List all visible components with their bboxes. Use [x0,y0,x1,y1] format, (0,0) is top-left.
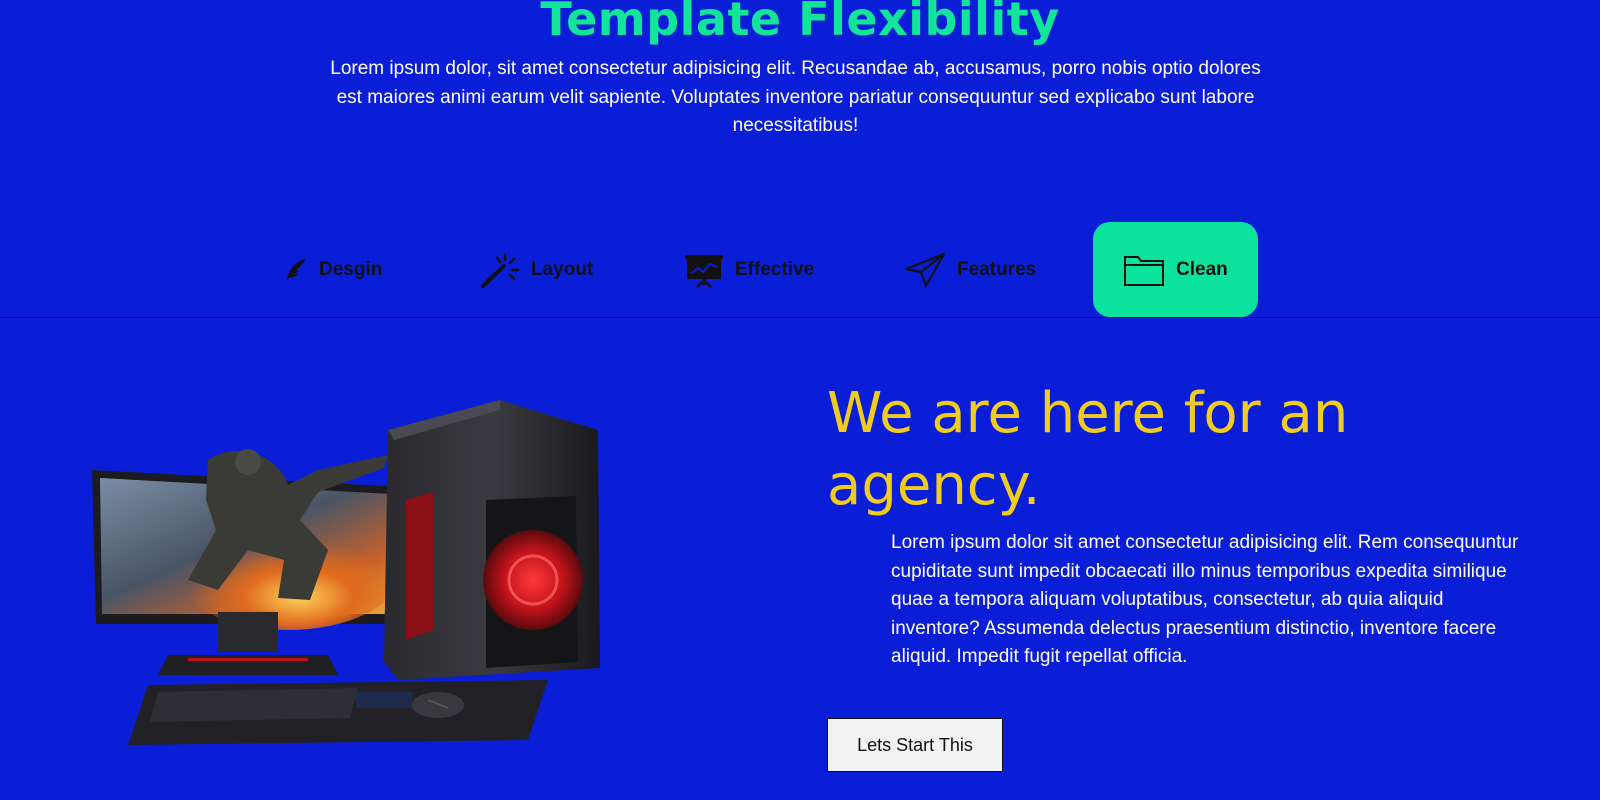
tab-clean[interactable]: Clean [1093,222,1258,317]
agency-headline: We are here for an agency. [827,381,1349,518]
gaming-pc-image [88,400,628,764]
tab-desgin[interactable]: Desgin [284,222,382,317]
lets-start-button[interactable]: Lets Start This [827,718,1003,772]
feature-tabs: Desgin Layout Effective Features Clean [0,222,1600,317]
agency-description: Lorem ipsum dolor sit amet consectetur a… [891,532,1519,667]
section-title: Template Flexibility [540,0,1060,46]
tab-label: Desgin [319,258,383,280]
presentation-chart-icon [684,252,724,288]
tab-label: Features [957,258,1037,280]
magic-wand-icon [480,252,520,288]
feather-icon [284,257,308,283]
folder-icon [1123,253,1165,287]
paper-plane-icon [904,252,946,288]
tab-label: Layout [531,258,594,280]
tab-features[interactable]: Features [904,222,1036,317]
tab-layout[interactable]: Layout [480,222,593,317]
tab-label: Effective [735,258,815,280]
tabs-divider [0,317,1600,318]
tab-effective[interactable]: Effective [684,222,814,317]
tab-label: Clean [1176,258,1228,280]
section-intro: Lorem ipsum dolor, sit amet consectetur … [330,58,1261,136]
